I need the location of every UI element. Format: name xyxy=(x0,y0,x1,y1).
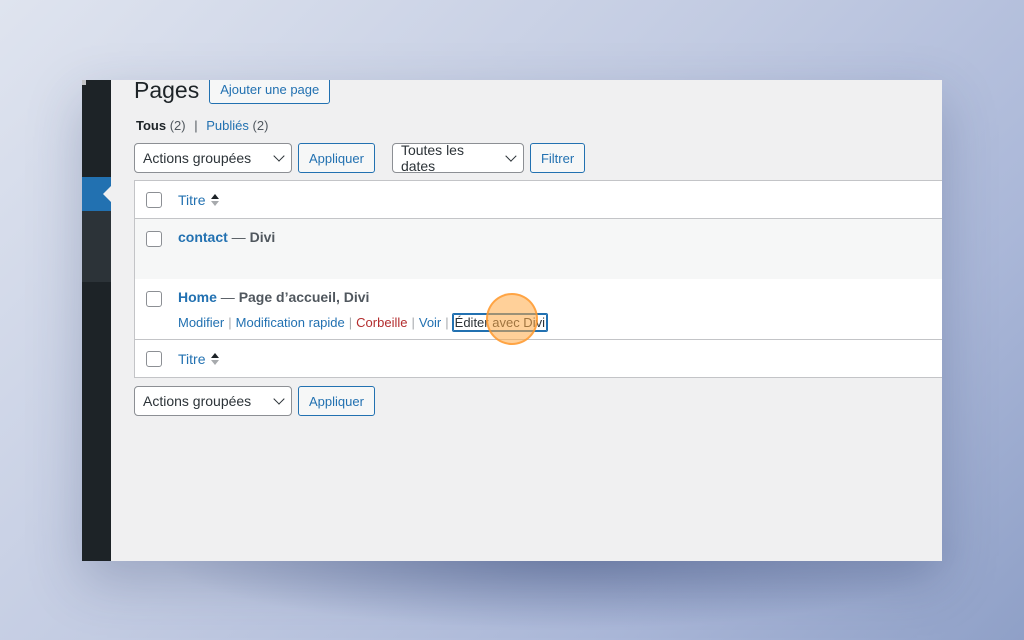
view-published-count: (2) xyxy=(252,118,269,133)
view-filters: Tous (2) | Publiés (2) xyxy=(136,118,268,133)
sidebar-mark xyxy=(82,80,86,85)
apply-button-bottom[interactable]: Appliquer xyxy=(298,386,375,416)
row-title-dash: — xyxy=(227,229,250,245)
sort-icon xyxy=(211,352,220,365)
select-all-checkbox-footer[interactable] xyxy=(146,350,162,367)
quick-edit-link[interactable]: Modification rapide xyxy=(236,315,345,330)
row-title: contact — Divi xyxy=(178,229,275,245)
tablenav-top: Actions groupées Appliquer Toutes les da… xyxy=(134,142,586,174)
bulk-actions-select-top[interactable]: Actions groupées xyxy=(134,143,292,173)
bulk-actions-select-bottom[interactable]: Actions groupées xyxy=(134,386,292,416)
row-post-state: Page d’accueil, Divi xyxy=(238,289,370,305)
sort-icon xyxy=(211,193,220,206)
action-separator: | xyxy=(445,315,449,330)
edit-link[interactable]: Modifier xyxy=(178,315,224,330)
row-title-link[interactable]: contact xyxy=(178,229,228,245)
table-row: Home — Page d’accueil, Divi Modifier | M… xyxy=(135,279,942,339)
view-all-count: (2) xyxy=(169,118,186,133)
sidebar-submenu[interactable] xyxy=(82,211,111,282)
chevron-down-icon xyxy=(505,150,517,162)
dates-filter-value: Toutes les dates xyxy=(400,142,464,174)
filter-button[interactable]: Filtrer xyxy=(529,143,586,173)
action-separator: | xyxy=(228,315,232,330)
title-column-label: Titre xyxy=(178,350,206,367)
tablenav-bottom: Actions groupées Appliquer xyxy=(134,386,375,416)
bulk-actions-value: Actions groupées xyxy=(143,150,252,166)
admin-sidebar xyxy=(82,80,111,561)
page-header: Pages Ajouter une page xyxy=(134,80,331,108)
trash-link[interactable]: Corbeille xyxy=(356,315,407,330)
apply-button-top[interactable]: Appliquer xyxy=(298,143,375,173)
table-footer: Titre xyxy=(135,339,942,377)
select-all-checkbox[interactable] xyxy=(146,191,162,208)
pages-table: Titre contact — Divi Home — Page d’accue… xyxy=(134,180,942,378)
view-published-link[interactable]: Publiés xyxy=(206,118,249,133)
click-highlight-marker xyxy=(486,293,538,345)
dates-filter-select[interactable]: Toutes les dates xyxy=(391,142,524,174)
title-column-sort[interactable]: Titre xyxy=(178,191,220,208)
row-title-dash: — xyxy=(216,289,239,305)
action-separator: | xyxy=(411,315,415,330)
row-title-link[interactable]: Home xyxy=(178,289,217,305)
title-column-label: Titre xyxy=(178,191,206,208)
row-title: Home — Page d’accueil, Divi xyxy=(178,289,369,305)
view-all-link[interactable]: Tous xyxy=(136,118,166,133)
table-header: Titre xyxy=(135,181,942,219)
add-page-button[interactable]: Ajouter une page xyxy=(209,80,331,104)
chevron-down-icon xyxy=(273,393,285,405)
action-separator: | xyxy=(348,315,353,330)
chevron-down-icon xyxy=(273,150,285,162)
row-checkbox[interactable] xyxy=(146,291,162,307)
row-checkbox[interactable] xyxy=(146,231,162,247)
page-title: Pages xyxy=(134,80,200,103)
view-separator: | xyxy=(194,118,198,133)
table-row: contact — Divi xyxy=(135,219,942,279)
row-post-state: Divi xyxy=(249,229,276,245)
title-column-sort-footer[interactable]: Titre xyxy=(178,350,220,367)
view-link[interactable]: Voir xyxy=(419,315,441,330)
bulk-actions-value: Actions groupées xyxy=(143,393,252,409)
sidebar-active-arrow-icon xyxy=(103,186,111,202)
